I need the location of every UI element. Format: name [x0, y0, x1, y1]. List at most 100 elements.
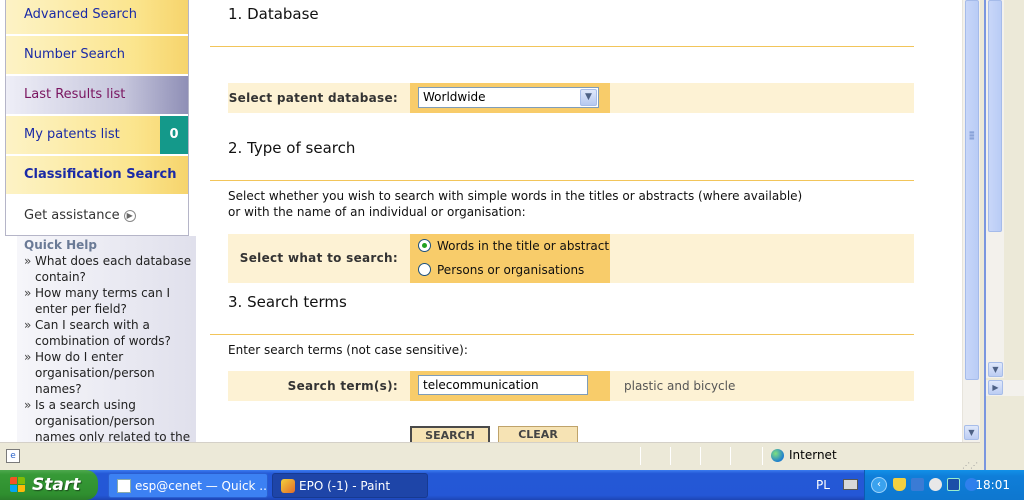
sidebar-nav: Advanced Search Number Search Last Resul…	[5, 0, 189, 236]
bullet-icon: »	[24, 286, 32, 300]
system-tray: ‹ 18:01	[864, 470, 1024, 500]
quick-help-link: What does each database contain?	[35, 254, 192, 284]
section-title-type-of-search: 2. Type of search	[228, 139, 356, 157]
page-status-icon: e	[6, 449, 20, 463]
start-button[interactable]: Start	[0, 470, 98, 500]
radio-label: Words in the title or abstract	[437, 239, 610, 253]
nav-label: Get assistance	[24, 208, 120, 223]
screen: Advanced Search Number Search Last Resul…	[0, 0, 1024, 500]
task-label: EPO (-1) - Paint	[299, 479, 391, 493]
outer-window-frame: ▼ ▶	[980, 0, 1024, 470]
taskbar-item-paint[interactable]: EPO (-1) - Paint	[272, 473, 428, 498]
status-divider	[700, 447, 701, 465]
scroll-down-icon[interactable]: ▼	[988, 362, 1003, 377]
status-divider	[730, 447, 731, 465]
nav-label: Classification Search	[24, 167, 177, 182]
nav-get-assistance[interactable]: Get assistance ▶	[6, 197, 188, 235]
quick-help-item[interactable]: » Is a search using organisation/person n…	[24, 397, 192, 442]
nav-label: Last Results list	[24, 87, 126, 102]
search-button[interactable]: SEARCH	[410, 426, 490, 442]
browser-window-icon	[117, 479, 131, 493]
radio-checked-icon[interactable]	[418, 239, 431, 252]
quick-help-link: How many terms can I enter per field?	[35, 286, 171, 316]
section-divider	[210, 180, 914, 181]
bullet-icon: »	[24, 254, 32, 268]
search-terms-control: telecommunication	[410, 371, 610, 401]
database-label: Select patent database:	[228, 91, 398, 105]
radio-unchecked-icon[interactable]	[418, 263, 431, 276]
database-selected-value: Worldwide	[423, 90, 486, 104]
nav-number-search[interactable]: Number Search	[6, 36, 188, 74]
nav-advanced-search[interactable]: Advanced Search	[6, 0, 188, 34]
chevron-left-icon[interactable]: ‹	[871, 477, 887, 493]
nav-label: Advanced Search	[24, 7, 138, 22]
scroll-right-icon[interactable]: ▶	[988, 380, 1003, 395]
search-terms-row: Search term(s): telecommunication plasti…	[228, 371, 914, 401]
nav-classification-search[interactable]: Classification Search	[6, 156, 188, 194]
quick-help-link: Is a search using organisation/person na…	[35, 398, 191, 442]
search-terms-label: Search term(s):	[287, 379, 398, 393]
page-vertical-scrollbar[interactable]: ▬ ▬ ▬ ▼	[962, 0, 980, 442]
search-type-label: Select what to search:	[239, 251, 398, 265]
radio-label: Persons or organisations	[437, 263, 585, 277]
search-type-row: Select what to search: Words in the titl…	[228, 234, 914, 283]
radio-persons-organisations[interactable]: Persons or organisations	[418, 263, 584, 277]
chevron-down-icon[interactable]: ▼	[580, 89, 597, 106]
search-term-example: plastic and bicycle	[624, 379, 736, 393]
search-terms-description: Enter search terms (not case sensitive):	[228, 343, 468, 357]
section-title-search-terms: 3. Search terms	[228, 293, 347, 311]
nav-last-results-list[interactable]: Last Results list	[6, 76, 188, 114]
search-term-input[interactable]: telecommunication	[418, 375, 588, 395]
windows-flag-icon	[10, 477, 27, 493]
taskbar: Start esp@cenet — Quick ... EPO (-1) - P…	[0, 470, 1024, 500]
nav-my-patents-list[interactable]: My patents list 0	[6, 116, 188, 154]
search-type-description: Select whether you wish to search with s…	[228, 189, 803, 219]
quick-help-link: How do I enter organisation/person names…	[35, 350, 155, 396]
status-divider	[640, 447, 641, 465]
database-select[interactable]: Worldwide ▼	[418, 87, 599, 108]
search-type-control: Words in the title or abstract Persons o…	[410, 234, 610, 283]
database-control: Worldwide ▼	[410, 83, 610, 113]
shield-icon[interactable]	[893, 478, 906, 491]
quick-help-item[interactable]: » What does each database contain?	[24, 253, 192, 285]
bullet-icon: »	[24, 350, 32, 364]
quick-help-item[interactable]: » How many terms can I enter per field?	[24, 285, 192, 317]
quick-help-item[interactable]: » How do I enter organisation/person name…	[24, 349, 192, 397]
nav-label: My patents list	[24, 127, 120, 142]
clock: 18:01	[975, 478, 1010, 492]
status-divider	[762, 447, 763, 465]
quick-help-panel: Quick Help » What does each database cont…	[17, 236, 196, 442]
task-label: esp@cenet — Quick ...	[135, 479, 268, 493]
scrollbar-thumb[interactable]	[988, 0, 1002, 232]
scrollbar-thumb[interactable]: ▬ ▬ ▬	[965, 0, 979, 380]
sidebar: Advanced Search Number Search Last Resul…	[0, 0, 196, 442]
quick-help-item[interactable]: » Can I search with a combination of word…	[24, 317, 192, 349]
taskbar-item-browser[interactable]: esp@cenet — Quick ...	[108, 473, 268, 498]
outer-vertical-scrollbar[interactable]: ▼	[986, 0, 1004, 378]
language-indicator[interactable]: PL	[816, 470, 830, 500]
section-divider	[210, 46, 914, 47]
bullet-icon: »	[24, 398, 32, 412]
nav-label: Number Search	[24, 47, 126, 62]
radio-words-title-abstract[interactable]: Words in the title or abstract	[418, 239, 609, 253]
section-title-database: 1. Database	[228, 5, 319, 23]
quick-help-link: Can I search with a combination of words…	[35, 318, 171, 348]
network-icon[interactable]	[929, 478, 942, 491]
main-content: 1. Database Select patent database: Worl…	[196, 0, 962, 442]
status-divider	[670, 447, 671, 465]
arrow-right-circle-icon: ▶	[123, 210, 136, 222]
outer-horizontal-scrollbar[interactable]: ▶	[986, 380, 1024, 396]
bullet-icon: »	[24, 318, 32, 332]
scroll-down-icon[interactable]: ▼	[964, 425, 979, 440]
star-icon[interactable]	[911, 478, 924, 491]
quick-help-title: Quick Help	[24, 238, 98, 252]
security-zone-label: Internet	[789, 448, 837, 462]
internet-globe-icon	[771, 449, 784, 462]
section-divider	[210, 334, 914, 335]
paint-brush-icon	[281, 479, 295, 493]
database-row: Select patent database: Worldwide ▼	[228, 83, 914, 113]
monitor-icon[interactable]	[947, 478, 960, 491]
keyboard-icon[interactable]	[843, 479, 858, 490]
clear-button[interactable]: CLEAR	[498, 426, 578, 442]
resize-grip-icon[interactable]: ⋰⋰	[962, 462, 978, 470]
